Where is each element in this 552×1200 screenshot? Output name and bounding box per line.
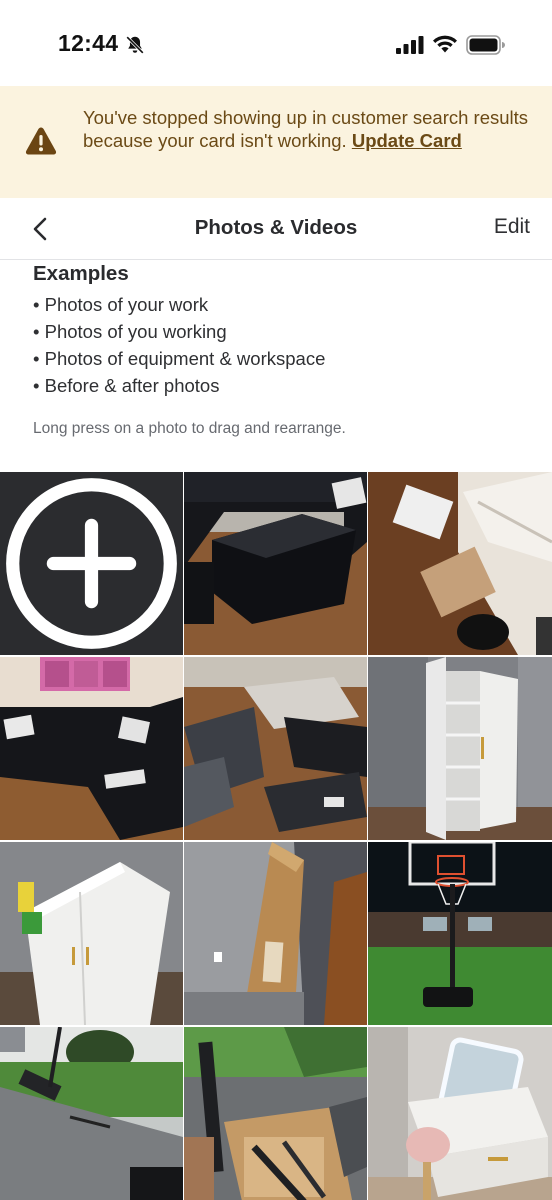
photo-white-storage-cabinet [368, 657, 552, 840]
photo-black-sectional-sofa-ottoman [184, 472, 367, 655]
photo-tile[interactable] [184, 472, 367, 655]
photo-unboxed-furniture-parts [184, 657, 367, 840]
examples-title: Examples [33, 262, 129, 285]
photo-tile[interactable] [0, 657, 183, 840]
signal-icon [396, 36, 424, 54]
photo-grid [0, 472, 552, 1200]
photo-tile[interactable] [184, 842, 367, 1025]
photo-basketball-hoop-night [368, 842, 552, 1025]
photo-tile[interactable] [368, 657, 552, 840]
update-card-link[interactable]: Update Card [352, 130, 462, 151]
photo-tile[interactable] [0, 842, 183, 1025]
rearrange-hint: Long press on a photo to drag and rearra… [33, 420, 346, 437]
page-title: Photos & Videos [194, 216, 358, 239]
photo-tile[interactable] [184, 657, 367, 840]
photo-boxed-furniture-panel [184, 842, 367, 1025]
photo-tile[interactable] [0, 1027, 183, 1200]
photo-basketball-hoop-driveway [0, 1027, 183, 1200]
example-item: • Photos of equipment & workspace [33, 348, 326, 369]
add-photo-button[interactable] [0, 472, 183, 655]
photo-tile[interactable] [368, 472, 552, 655]
bell-off-icon [126, 36, 144, 54]
nav-header: Photos & Videos Edit [0, 198, 552, 260]
photo-black-sectional-living-room [0, 657, 183, 840]
photo-white-wardrobe-doors [0, 842, 183, 1025]
photo-vanity-mirror-desk [368, 1027, 552, 1200]
banner-message: You've stopped showing up in customer se… [83, 106, 533, 152]
status-bar: 12:44 [0, 0, 552, 86]
example-item: • Photos of you working [33, 321, 227, 342]
photo-tile[interactable] [184, 1027, 367, 1200]
edit-button[interactable]: Edit [494, 215, 530, 239]
example-item: • Photos of your work [33, 294, 209, 315]
photo-tile[interactable] [368, 1027, 552, 1200]
wifi-icon [433, 35, 457, 53]
photo-tile[interactable] [368, 842, 552, 1025]
photo-basketball-hoop-parts [184, 1027, 367, 1200]
photo-stairway-packaging [368, 472, 552, 655]
example-item: • Before & after photos [33, 375, 220, 396]
battery-icon [466, 35, 505, 55]
plus-circle-icon [6, 478, 177, 649]
examples-section: Examples • Photos of your work • Photos … [33, 262, 533, 399]
warning-icon [25, 127, 57, 155]
status-time: 12:44 [58, 30, 119, 56]
